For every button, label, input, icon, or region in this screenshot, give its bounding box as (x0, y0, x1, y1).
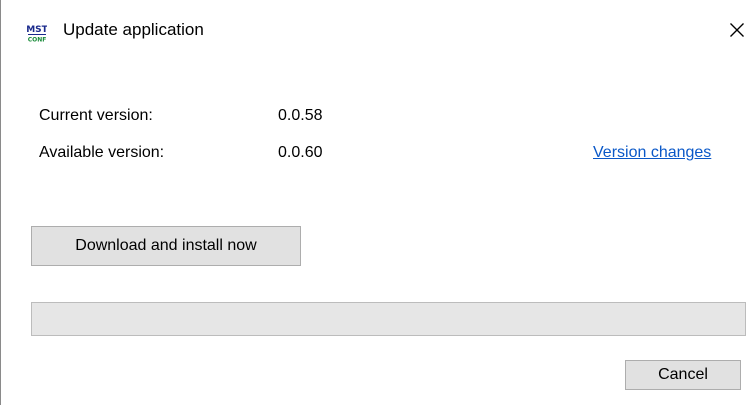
close-icon (730, 23, 744, 37)
current-version-label: Current version: (39, 107, 153, 124)
update-dialog: MST CONF Update application Current vers… (0, 0, 755, 405)
current-version-value: 0.0.58 (278, 107, 323, 124)
title-bar: MST CONF Update application (1, 0, 755, 64)
svg-text:CONF: CONF (28, 37, 47, 44)
cancel-button[interactable]: Cancel (625, 360, 741, 390)
app-icon: MST CONF (26, 23, 48, 44)
download-progress-bar (31, 302, 746, 336)
close-button[interactable] (723, 16, 751, 44)
available-version-label: Available version: (39, 144, 165, 161)
download-install-button[interactable]: Download and install now (31, 226, 301, 266)
available-version-value: 0.0.60 (278, 144, 323, 161)
version-changes-link[interactable]: Version changes (593, 144, 711, 162)
window-title: Update application (63, 20, 204, 39)
svg-text:MST: MST (27, 25, 47, 35)
